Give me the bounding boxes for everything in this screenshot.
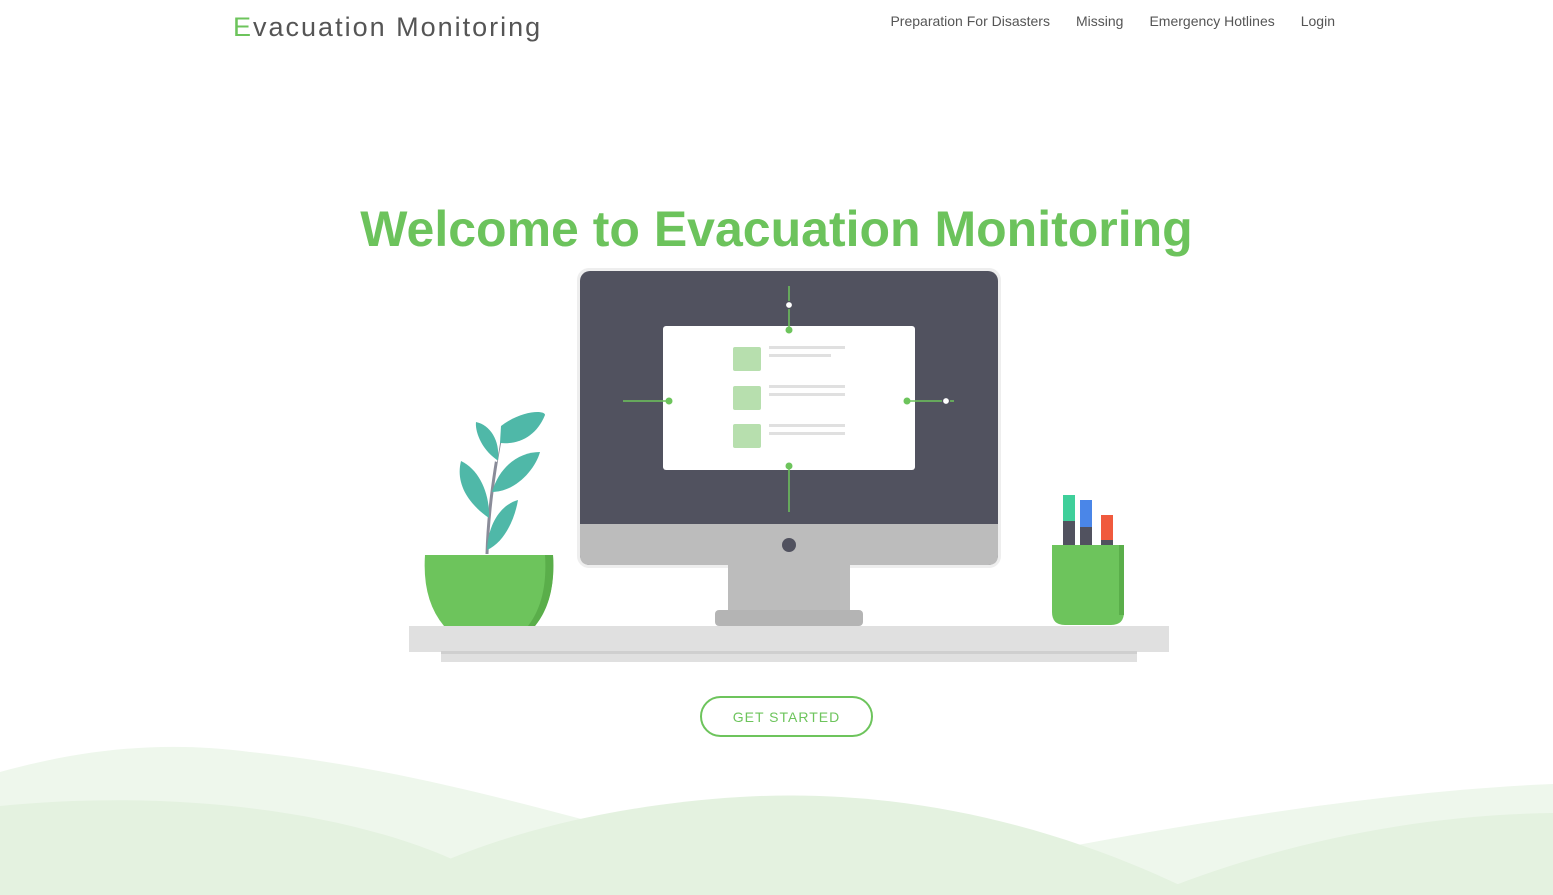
desk-image: [409, 626, 1169, 662]
nav-link-preparation[interactable]: Preparation For Disasters: [890, 13, 1050, 29]
brand-logo-link[interactable]: Evacuation Monitoring: [233, 12, 542, 43]
brand-name: vacuation Monitoring: [253, 12, 543, 42]
plant-image: [424, 412, 554, 626]
pencil-cup-image: [1052, 495, 1124, 625]
navbar: Evacuation Monitoring Preparation For Di…: [0, 0, 1553, 60]
hero-title: Welcome to Evacuation Monitoring: [360, 201, 1193, 257]
monitor-image: [577, 268, 1001, 626]
page: Evacuation Monitoring Preparation For Di…: [0, 0, 1553, 895]
nav-link-missing[interactable]: Missing: [1076, 13, 1123, 29]
nav-link-hotlines[interactable]: Emergency Hotlines: [1149, 13, 1274, 29]
desk-illustration: [409, 268, 1169, 662]
get-started-button[interactable]: GET STARTED: [700, 696, 873, 737]
nav-links: Preparation For Disasters Missing Emerge…: [890, 13, 1335, 29]
hills-background: [0, 746, 1553, 895]
brand-initial: E: [233, 12, 254, 42]
nav-link-login[interactable]: Login: [1301, 13, 1335, 29]
